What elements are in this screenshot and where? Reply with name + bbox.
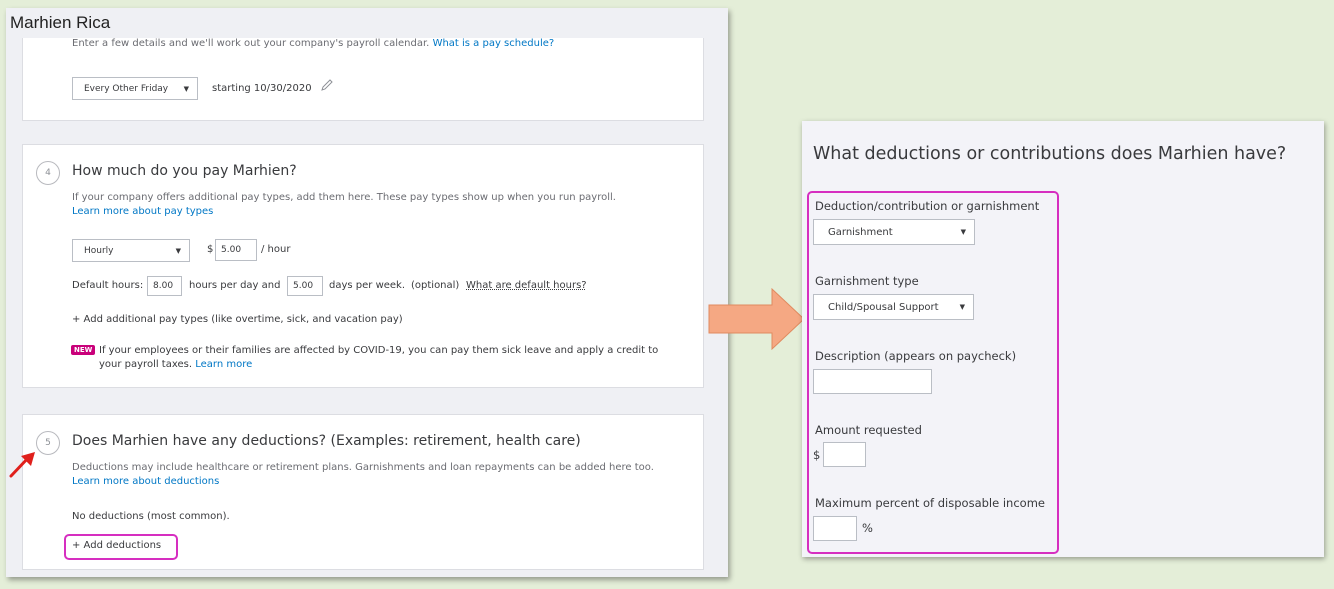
- chevron-down-icon: ▼: [183, 84, 189, 93]
- deductions-heading: Does Marhien have any deductions? (Examp…: [72, 433, 581, 449]
- max-percent-label: Maximum percent of disposable income: [815, 496, 1045, 510]
- deduction-type-select[interactable]: Garnishment ▼: [813, 219, 975, 245]
- new-badge: NEW: [71, 345, 96, 355]
- schedule-start-date: starting 10/30/2020: [212, 83, 312, 94]
- pay-frequency-select[interactable]: Every Other Friday ▼: [72, 77, 198, 100]
- pay-type-select[interactable]: Hourly ▼: [72, 239, 190, 262]
- default-hours-help-link[interactable]: What are default hours?: [466, 280, 587, 291]
- covid-notice-line2: your payroll taxes. Learn more: [99, 359, 253, 370]
- rate-unit: / hour: [261, 244, 291, 255]
- amount-requested-label: Amount requested: [815, 423, 922, 437]
- currency-symbol: $: [207, 244, 214, 255]
- hours-per-day-input[interactable]: 8.00: [147, 276, 182, 296]
- chevron-down-icon: ▼: [175, 246, 181, 255]
- no-deductions-text: No deductions (most common).: [72, 511, 230, 522]
- step-number-5: 5: [36, 431, 60, 455]
- pencil-icon[interactable]: [320, 78, 334, 92]
- pay-types-learn-link[interactable]: Learn more about pay types: [72, 206, 213, 217]
- pay-schedule-card: Enter a few details and we'll work out y…: [22, 38, 704, 121]
- default-hours-label: Default hours:: [72, 280, 144, 291]
- amount-currency-symbol: $: [813, 448, 821, 462]
- garnishment-type-label: Garnishment type: [815, 274, 919, 288]
- payroll-setup-screenshot: Marhien Rica Enter a few details and we'…: [6, 8, 728, 577]
- deductions-card: 5 Does Marhien have any deductions? (Exa…: [22, 414, 704, 570]
- hours-per-day-label: hours per day and: [189, 280, 281, 291]
- step-number-4: 4: [36, 161, 60, 185]
- pay-schedule-help-link[interactable]: What is a pay schedule?: [433, 38, 555, 49]
- description-input[interactable]: [813, 369, 932, 394]
- pay-rate-card: 4 How much do you pay Marhien? If your c…: [22, 144, 704, 388]
- chevron-down-icon: ▼: [960, 228, 966, 236]
- add-deductions-button[interactable]: + Add deductions: [72, 540, 161, 551]
- days-per-week-input[interactable]: 5.00: [287, 276, 323, 296]
- deductions-description: Deductions may include healthcare or ret…: [72, 462, 654, 473]
- covid-notice: If your employees or their families are …: [99, 345, 659, 356]
- pay-heading: How much do you pay Marhien?: [72, 163, 297, 179]
- amount-requested-input[interactable]: [823, 442, 866, 467]
- schedule-intro: Enter a few details and we'll work out y…: [72, 38, 555, 49]
- employee-name-title: Marhien Rica: [10, 13, 111, 32]
- max-percent-input[interactable]: [813, 516, 857, 541]
- covid-learn-more-link[interactable]: Learn more: [195, 359, 252, 370]
- deduction-form-title: What deductions or contributions does Ma…: [813, 144, 1287, 164]
- percent-symbol: %: [862, 521, 873, 535]
- orange-right-arrow-icon: [708, 288, 805, 350]
- days-per-week-label: days per week.: [329, 280, 406, 291]
- deduction-detail-screenshot: What deductions or contributions does Ma…: [802, 121, 1324, 557]
- pay-description: If your company offers additional pay ty…: [72, 192, 616, 203]
- pay-rate-input[interactable]: 5.00: [215, 239, 257, 261]
- garnishment-type-select[interactable]: Child/Spousal Support ▼: [813, 294, 974, 320]
- chevron-down-icon: ▼: [959, 303, 965, 311]
- deductions-learn-link[interactable]: Learn more about deductions: [72, 476, 219, 487]
- red-pointer-arrow-icon: [9, 452, 35, 478]
- deduction-type-label: Deduction/contribution or garnishment: [815, 199, 1040, 213]
- optional-label: (optional): [411, 280, 460, 291]
- description-label: Description (appears on paycheck): [815, 349, 1017, 363]
- add-pay-types-link[interactable]: + Add additional pay types (like overtim…: [72, 314, 403, 325]
